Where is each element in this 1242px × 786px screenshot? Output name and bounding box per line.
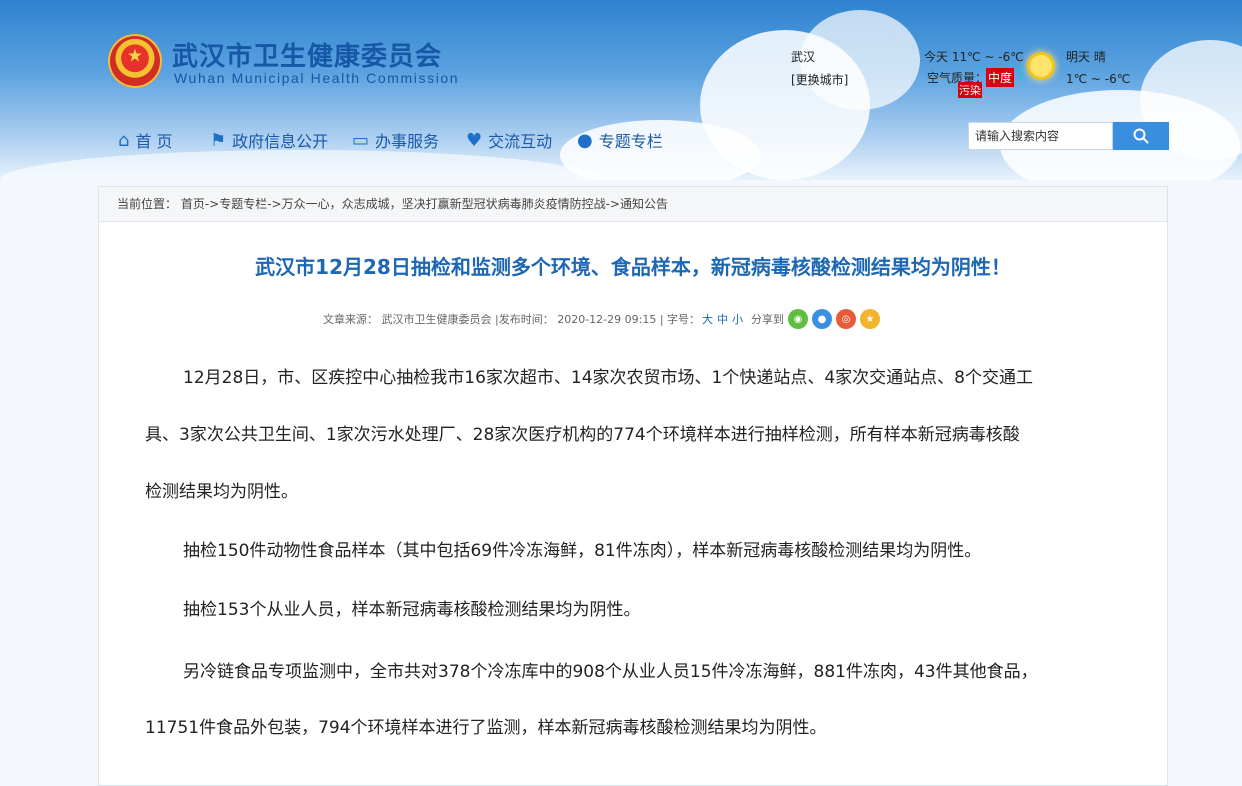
font-size-small[interactable]: 小 (732, 311, 743, 327)
weather-city: 武汉 (791, 50, 816, 64)
site-header: ★ 武汉市卫生健康委员会 Wuhan Municipal Health Comm… (0, 0, 1242, 180)
paragraph-3: 抽检153个从业人员，样本新冠病毒核酸检测结果均为阴性。 (183, 600, 641, 620)
site-title[interactable]: 武汉市卫生健康委员会 (172, 36, 442, 73)
paragraph-2: 抽检150件动物性食品样本（其中包括69件冷冻海鲜，81件冻肉），样本新冠病毒核… (183, 541, 982, 561)
chat-icon: ● (577, 129, 593, 151)
weather-tomorrow: 明天 晴 (1066, 50, 1106, 64)
breadcrumb[interactable]: 当前位置： 首页->专题专栏->万众一心，众志成城，坚决打赢新型冠状病毒肺炎疫情… (99, 187, 1167, 222)
font-size-large[interactable]: 大 (702, 311, 713, 327)
paragraph-4-line-1: 另冷链食品专项监测中，全市共对378个冷冻库中的908个从业人员15件冷冻海鲜，… (183, 662, 1038, 682)
nav-topics[interactable]: ● 专题专栏 (577, 128, 663, 152)
site-title-en: Wuhan Municipal Health Commission (174, 70, 460, 86)
nav-interaction[interactable]: ♥ 交流互动 (466, 128, 552, 152)
font-size-medium[interactable]: 中 (717, 311, 728, 327)
air-quality-badge: 中度 (986, 68, 1015, 87)
share-label: 分享到 (751, 313, 785, 326)
home-icon: ⌂ (118, 129, 130, 151)
paragraph-1-line-2: 具、3家次公共卫生间、1家次污水处理厂、28家次医疗机构的774个环境样本进行抽… (145, 425, 1020, 445)
nav-services[interactable]: ▭ 办事服务 (352, 128, 439, 152)
monitor-icon: ▭ (352, 129, 370, 151)
nav-home[interactable]: ⌂ 首 页 (118, 128, 173, 152)
weibo-share-icon[interactable]: ◎ (836, 309, 857, 329)
paragraph-4-line-2: 11751件食品外包装，794个环境样本进行了监测，样本新冠病毒核酸检测结果均为… (145, 718, 827, 738)
change-city-link[interactable]: [更换城市] (791, 71, 848, 88)
nav-gov-info[interactable]: ⚑ 政府信息公开 (210, 128, 328, 152)
article-source: 文章来源： 武汉市卫生健康委员会 |发布时间： 2020-12-29 09:15… (323, 313, 701, 326)
heart-icon: ♥ (466, 129, 483, 151)
wechat-share-icon[interactable]: ◉ (788, 309, 809, 329)
national-emblem-icon[interactable]: ★ (108, 34, 162, 88)
article-title: 武汉市12月28日抽检和监测多个环境、食品样本，新冠病毒核酸检测结果均为阴性！ (255, 255, 1011, 279)
search-input[interactable]: 请输入搜索内容 (968, 122, 1113, 150)
paragraph-1-line-1: 12月28日，市、区疾控中心抽检我市16家次超市、14家次农贸市场、1个快递站点… (183, 368, 1033, 388)
article-meta: 文章来源： 武汉市卫生健康委员会 |发布时间： 2020-12-29 09:15… (323, 309, 881, 329)
search-button[interactable] (1113, 122, 1169, 150)
air-quality-badge-2: 污染 (958, 82, 982, 98)
qq-share-icon[interactable]: ● (812, 309, 833, 329)
flag-icon: ⚑ (210, 129, 227, 151)
weather-today: 今天 11℃ ~ -6℃ (924, 50, 1024, 64)
article-panel: 当前位置： 首页->专题专栏->万众一心，众志成城，坚决打赢新型冠状病毒肺炎疫情… (98, 186, 1168, 786)
sunny-icon (1027, 52, 1055, 80)
qzone-share-icon[interactable]: ★ (860, 309, 881, 329)
search-icon (1133, 128, 1149, 144)
paragraph-1-line-3: 检测结果均为阴性。 (145, 482, 298, 502)
weather-tomorrow-temp: 1℃ ~ -6℃ (1066, 72, 1131, 86)
